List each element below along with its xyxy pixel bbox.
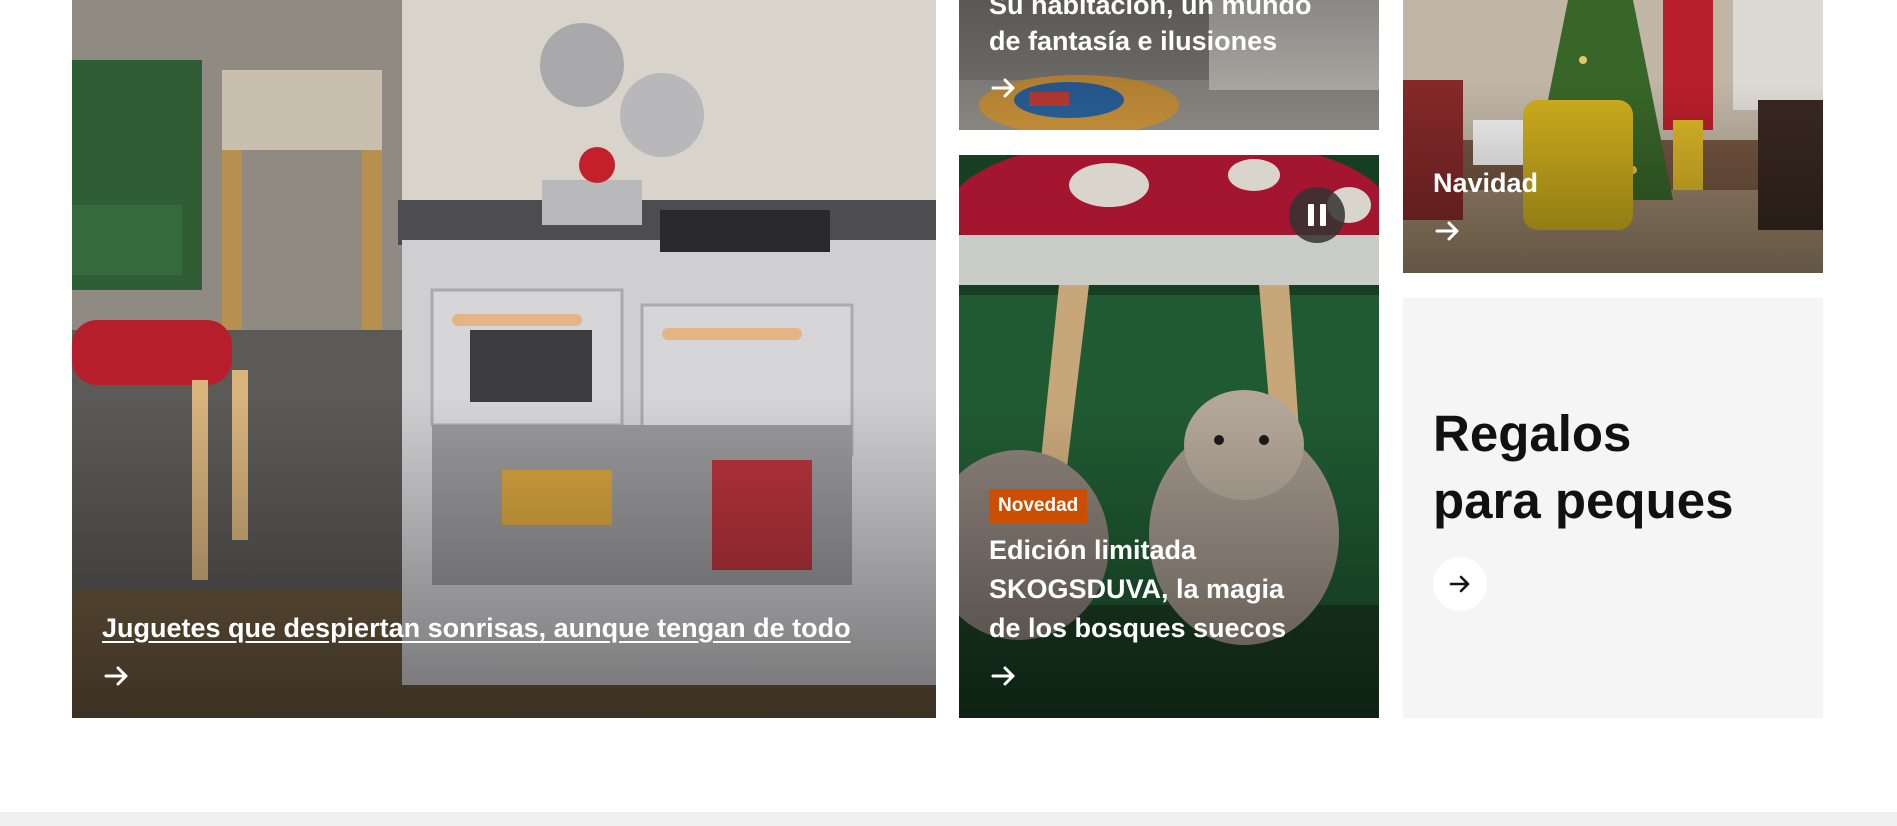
regalos-title-line2: para peques — [1433, 472, 1734, 529]
regalos-title[interactable]: Regalos para peques — [1433, 400, 1733, 534]
card-juguetes[interactable]: Juguetes que despiertan sonrisas, aunque… — [72, 0, 936, 718]
card-skogsduva[interactable]: Novedad Edición limitada SKOGSDUVA, la m… — [959, 155, 1379, 718]
card-title-line1[interactable]: Edición limitada — [989, 531, 1196, 570]
card-navidad[interactable]: Navidad — [1403, 0, 1823, 273]
arrow-right-icon[interactable] — [989, 661, 1019, 691]
arrow-right-icon[interactable] — [102, 661, 132, 691]
arrow-right-icon[interactable] — [989, 73, 1019, 103]
photo-overlay — [1403, 0, 1823, 273]
card-title-line2[interactable]: de fantasía e ilusiones — [989, 22, 1277, 61]
card-title[interactable]: Navidad — [1433, 164, 1538, 203]
card-title-line2[interactable]: SKOGSDUVA, la magia — [989, 570, 1284, 609]
pause-icon — [1308, 204, 1314, 226]
regalos-arrow-button[interactable] — [1433, 557, 1487, 611]
pause-button[interactable] — [1289, 187, 1345, 243]
regalos-title-line1: Regalos — [1433, 405, 1632, 462]
arrow-right-icon[interactable] — [1433, 216, 1463, 246]
card-title[interactable]: Juguetes que despiertan sonrisas, aunque… — [102, 609, 851, 648]
arrow-right-icon — [1449, 575, 1470, 593]
card-habitacion[interactable]: Su habitación, un mundo de fantasía e il… — [959, 0, 1379, 130]
footer-divider — [0, 812, 1897, 826]
card-regalos[interactable]: Regalos para peques — [1403, 298, 1823, 718]
card-title-line3[interactable]: de los bosques suecos — [989, 609, 1286, 648]
novedad-badge: Novedad — [989, 489, 1088, 523]
